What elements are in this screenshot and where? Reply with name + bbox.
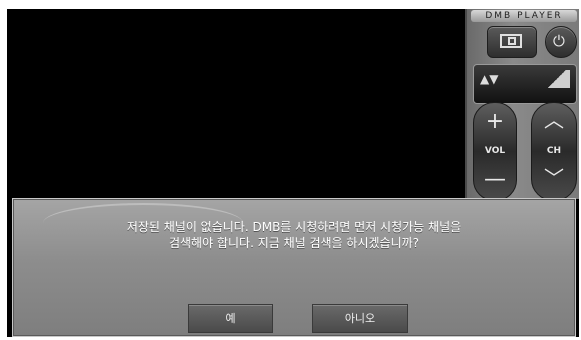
- no-channel-dialog: 저장된 채널이 없습니다. DMB를 시청하려면 먼저 시청가능 채널을 검색해…: [12, 198, 576, 337]
- channel-down-button[interactable]: ﹀: [532, 167, 576, 189]
- no-button[interactable]: 아니오: [312, 304, 408, 333]
- yes-button[interactable]: 예: [188, 304, 273, 333]
- screen-mode-icon: [500, 34, 522, 48]
- channel-label: CH: [546, 146, 562, 156]
- channel-select-icon: ▲▼: [480, 72, 499, 86]
- power-icon: ⏻: [553, 32, 565, 50]
- volume-label: VOL: [484, 146, 506, 156]
- dialog-message-line: 검색해야 합니다. 지금 채널 검색을 하시겠습니까?: [168, 236, 420, 250]
- channel-rocker: ︿ CH ﹀: [531, 102, 577, 201]
- dialog-message: 저장된 채널이 없습니다. DMB를 시청하려면 먼저 시청가능 채널을 검색해…: [33, 219, 555, 251]
- player-title: DMB PLAYER: [471, 10, 577, 22]
- power-button[interactable]: ⏻: [545, 26, 577, 58]
- screen-mode-button[interactable]: [487, 26, 537, 58]
- signal-strength-icon: [544, 70, 570, 88]
- channel-up-button[interactable]: ︿: [532, 109, 576, 131]
- volume-down-button[interactable]: —: [474, 169, 516, 191]
- volume-up-button[interactable]: +: [474, 111, 516, 133]
- control-panel: DMB PLAYER ⏻ ▲▼ + VOL — ︿ CH ﹀: [465, 9, 579, 201]
- channel-display[interactable]: ▲▼: [473, 64, 577, 104]
- dialog-message-line: 저장된 채널이 없습니다. DMB를 시청하려면 먼저 시청가능 채널을: [126, 220, 462, 234]
- dmb-player-window: DMB PLAYER ⏻ ▲▼ + VOL — ︿ CH ﹀ 저장된 채널이 없…: [7, 9, 579, 337]
- volume-rocker: + VOL —: [473, 102, 517, 201]
- video-area: [7, 9, 465, 194]
